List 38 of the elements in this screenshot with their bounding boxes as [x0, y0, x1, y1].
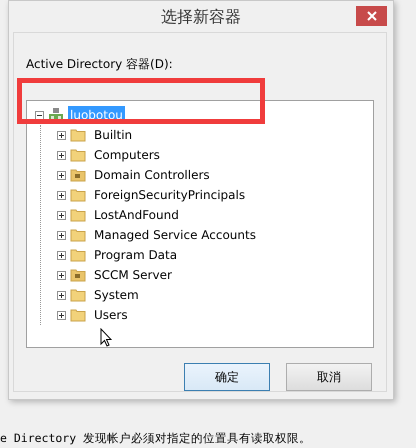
expand-icon[interactable]: [57, 270, 66, 280]
folder-icon: [70, 308, 86, 322]
folder-icon: [70, 148, 86, 162]
folder-icon: [70, 188, 86, 202]
expand-icon[interactable]: [57, 230, 66, 240]
expand-icon[interactable]: [57, 170, 66, 180]
folder-icon: [70, 288, 86, 302]
tree-item[interactable]: Managed Service Accounts: [90, 226, 260, 244]
field-label: Active Directory 容器(D):: [26, 56, 174, 73]
tree-item[interactable]: Users: [90, 306, 132, 324]
folder-icon: [70, 128, 86, 142]
tree-item[interactable]: SCCM Server: [90, 266, 176, 284]
expand-icon[interactable]: [57, 190, 66, 200]
folder-icon: [70, 248, 86, 262]
cancel-button[interactable]: 取消: [286, 363, 372, 391]
tree-item[interactable]: ForeignSecurityPrincipals: [90, 186, 250, 204]
window-title: 选择新容器: [161, 6, 241, 28]
expand-icon[interactable]: [57, 250, 66, 260]
collapse-icon[interactable]: [35, 110, 44, 120]
status-text: e Directory 发现帐户必须对指定的位置具有读取权限。: [0, 430, 312, 447]
folder-icon: [70, 268, 86, 282]
close-button[interactable]: [356, 6, 387, 26]
folder-icon: [70, 208, 86, 222]
close-icon: [366, 11, 376, 21]
expand-icon[interactable]: [57, 310, 66, 320]
ok-button[interactable]: 确定: [184, 363, 270, 391]
folder-icon: [70, 168, 86, 182]
expand-icon[interactable]: [57, 290, 66, 300]
tree-item[interactable]: Domain Controllers: [90, 166, 214, 184]
tree-item[interactable]: Builtin: [90, 126, 136, 144]
expand-icon[interactable]: [57, 210, 66, 220]
expand-icon[interactable]: [57, 150, 66, 160]
tree-item[interactable]: System: [90, 286, 143, 304]
expand-icon[interactable]: [57, 130, 66, 140]
tree-item[interactable]: Program Data: [90, 246, 182, 264]
tree-item[interactable]: Computers: [90, 146, 164, 164]
folder-icon: [70, 228, 86, 242]
tree-item[interactable]: LostAndFound: [90, 206, 183, 224]
